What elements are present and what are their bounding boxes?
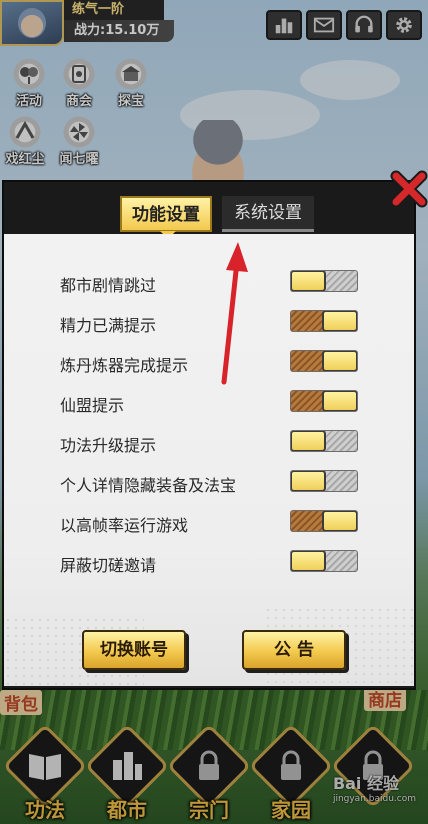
setting-label: 精力已满提示 [60,316,157,335]
setting-toggle[interactable] [290,430,358,452]
setting-row: 精力已满提示 [60,310,360,338]
setting-row: 仙盟提示 [60,390,360,418]
setting-label: 仙盟提示 [60,396,125,415]
setting-toggle[interactable] [290,270,358,292]
setting-label: 功法升级提示 [60,436,157,455]
setting-label: 个人详情隐藏装备及法宝 [60,476,237,495]
setting-row: 炼丹炼器完成提示 [60,350,360,378]
setting-label: 炼丹炼器完成提示 [60,356,189,375]
setting-label: 都市剧情跳过 [60,276,157,295]
close-icon[interactable] [390,170,428,208]
announcement-button[interactable]: 公 告 [242,630,346,670]
setting-toggle[interactable] [290,550,358,572]
setting-row: 功法升级提示 [60,430,360,458]
setting-label: 屏蔽切磋邀请 [60,556,157,575]
tab-system-settings[interactable]: 系统设置 [222,196,314,232]
setting-row: 以高帧率运行游戏 [60,510,360,538]
setting-toggle[interactable] [290,310,358,332]
switch-account-button[interactable]: 切换账号 [82,630,186,670]
tab-function-settings[interactable]: 功能设置 [120,196,212,239]
setting-label: 以高帧率运行游戏 [60,516,189,535]
setting-toggle[interactable] [290,470,358,492]
setting-row: 都市剧情跳过 [60,270,360,298]
setting-toggle[interactable] [290,350,358,372]
settings-panel: 都市剧情跳过 精力已满提示 炼丹炼器完成提示 仙盟提示 功法升级提示 个人详情隐… [4,234,414,686]
settings-dialog: 功能设置 系统设置 都市剧情跳过 精力已满提示 炼丹炼器完成提示 仙盟提示 功法… [2,180,416,690]
setting-toggle[interactable] [290,390,358,412]
setting-row: 屏蔽切磋邀请 [60,550,360,578]
setting-row: 个人详情隐藏装备及法宝 [60,470,360,498]
setting-toggle[interactable] [290,510,358,532]
